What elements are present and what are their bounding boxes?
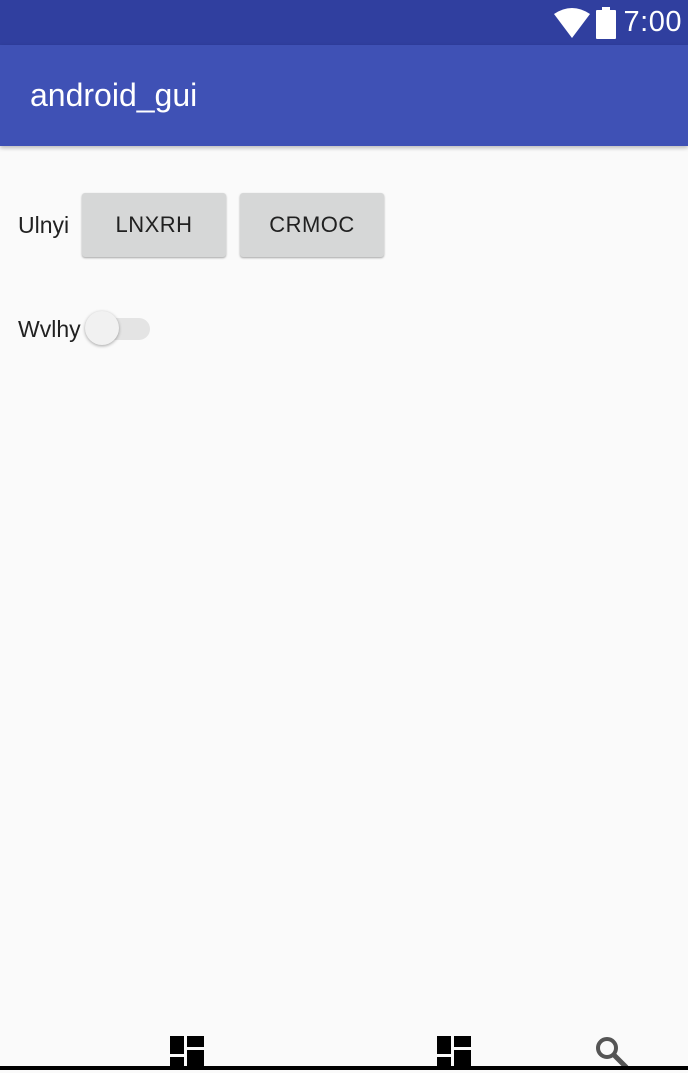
switch-thumb — [85, 311, 119, 345]
wvlhy-switch[interactable] — [84, 310, 152, 348]
row2-label: Wvlhy — [18, 316, 81, 342]
status-icons: 7:00 — [553, 0, 682, 45]
status-time: 7:00 — [623, 6, 682, 38]
app-title: android_gui — [30, 77, 198, 113]
lnxrh-button[interactable]: LNXRH — [82, 193, 226, 257]
bottom-bar — [0, 1036, 688, 1070]
crmoc-button[interactable]: CRMOC — [240, 193, 384, 257]
wifi-icon — [553, 7, 590, 38]
bottom-divider — [0, 1066, 688, 1070]
row1-label: Ulnyi — [18, 212, 70, 238]
battery-icon — [595, 6, 616, 39]
app-bar: android_gui — [0, 45, 688, 146]
status-bar: 7:00 — [0, 0, 688, 45]
